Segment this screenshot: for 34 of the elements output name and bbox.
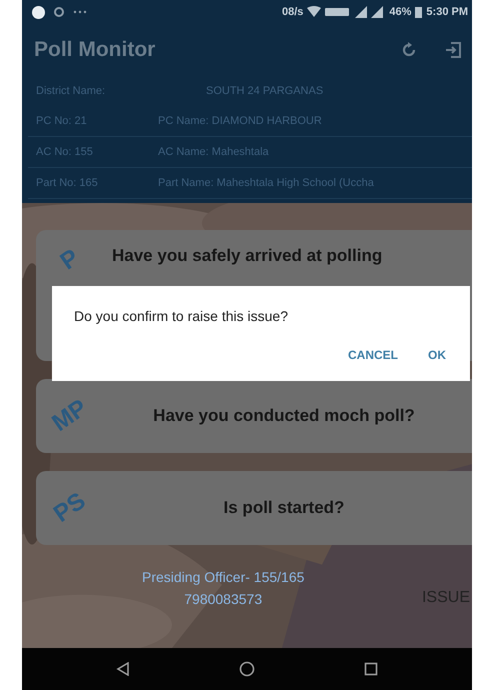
recents-icon[interactable]	[364, 662, 378, 676]
info-text: SOUTH 24 PARGANAS	[206, 85, 324, 97]
info-text: Part No: 165	[36, 177, 99, 189]
more-icon	[73, 10, 87, 14]
dialog-button[interactable]: OK	[418, 342, 456, 368]
info-text: AC Name: Maheshtala	[158, 146, 269, 158]
signal-icon	[355, 6, 386, 18]
question-card[interactable]: PS Is poll started?	[36, 471, 472, 545]
info-text: PC Name: DIAMOND HARBOUR	[158, 115, 322, 127]
refresh-icon[interactable]	[400, 41, 418, 59]
battery-level: 46%	[389, 6, 412, 18]
info-text: District Name:	[36, 85, 106, 97]
question-card[interactable]: MP Have you conducted moch poll?	[36, 379, 472, 453]
dialog-button[interactable]: CANCEL	[338, 342, 408, 368]
notification-icon	[32, 6, 45, 18]
logo-text: P	[54, 242, 85, 278]
home-icon[interactable]	[238, 661, 255, 677]
logo-text: PS	[48, 486, 92, 530]
app-title: Poll Monitor	[34, 38, 156, 62]
logo-text: MP	[46, 393, 94, 439]
question-text: Have you safely arrived at polling	[111, 246, 384, 266]
info-text: Part Name: Maheshtala High School (Uccha	[158, 177, 374, 189]
back-icon[interactable]	[116, 662, 130, 676]
question-text: Is poll started?	[222, 498, 346, 518]
phone-number: 7980083573	[184, 591, 262, 607]
info-text: AC No: 155	[36, 146, 94, 158]
clock: 5:30 PM	[426, 6, 468, 18]
battery-icon	[415, 6, 422, 18]
logout-icon[interactable]	[444, 41, 462, 59]
network-speed: 08/s	[282, 6, 304, 18]
question-text: Have you conducted moch poll?	[152, 406, 416, 426]
dialog-message: Do you confirm to raise this issue?	[74, 308, 289, 324]
officer-text: Presiding Officer- 155/165	[142, 569, 304, 585]
info-text: PC No: 21	[36, 115, 88, 127]
